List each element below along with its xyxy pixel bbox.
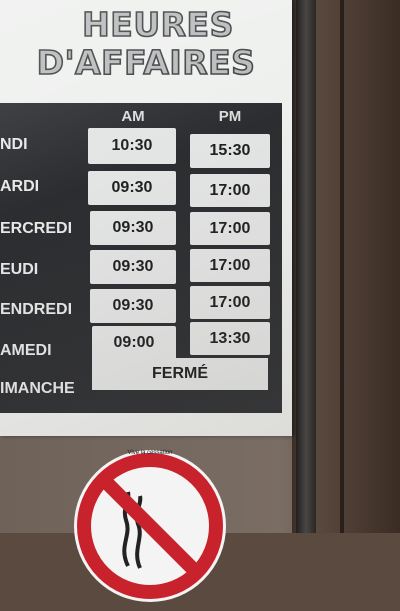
pm-header: PM xyxy=(218,108,242,125)
no-smoking-sticker: Vive la cessation xyxy=(70,446,230,606)
tuesday-am: 09:30 xyxy=(88,171,176,205)
monday-pm: 15:30 xyxy=(190,134,270,168)
day-label-thursday: EUDI xyxy=(0,261,39,278)
day-label-wednesday: ERCREDI xyxy=(0,220,73,237)
no-smoking-icon xyxy=(74,450,226,602)
day-label-saturday: AMEDI xyxy=(0,342,52,359)
day-label-monday: NDI xyxy=(0,136,28,153)
friday-am: 09:30 xyxy=(90,289,176,323)
sign-title: HEURES D'AFFAIRES xyxy=(0,5,292,83)
thursday-am: 09:30 xyxy=(90,250,176,284)
monday-am: 10:30 xyxy=(88,128,176,164)
friday-pm: 17:00 xyxy=(190,286,270,319)
sunday-closed: FERMÉ xyxy=(92,358,268,390)
am-header: AM xyxy=(121,108,145,125)
wednesday-pm: 17:00 xyxy=(190,212,270,245)
day-label-sunday: IMANCHE xyxy=(0,380,75,397)
business-hours-sign: HEURES D'AFFAIRES AM PM NDI 10:30 15:30 … xyxy=(0,0,292,436)
saturday-pm: 13:30 xyxy=(190,322,270,355)
sticker-caption: Vive la cessation xyxy=(127,450,173,456)
title-line-2: D'AFFAIRES xyxy=(36,43,256,83)
thursday-pm: 17:00 xyxy=(190,249,270,282)
day-label-tuesday: ARDI xyxy=(0,178,40,195)
tuesday-pm: 17:00 xyxy=(190,174,270,207)
title-line-1: HEURES xyxy=(81,5,234,45)
door-seam xyxy=(340,0,344,533)
door-post xyxy=(296,0,316,533)
wednesday-am: 09:30 xyxy=(90,211,176,245)
saturday-am: 09:00 xyxy=(92,326,176,360)
day-label-friday: ENDREDI xyxy=(0,301,73,318)
